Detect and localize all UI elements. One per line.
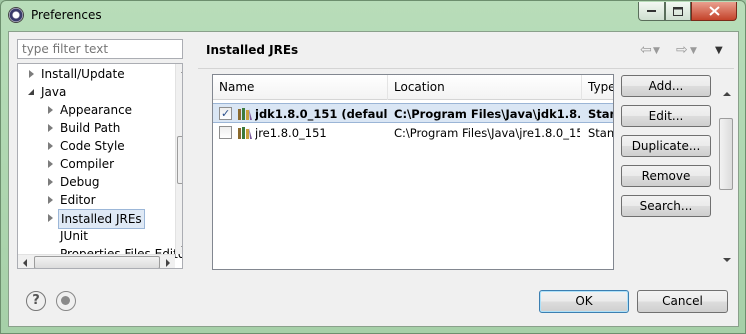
edit-button[interactable]: Edit... bbox=[621, 105, 711, 127]
jre-library-icon bbox=[238, 127, 252, 139]
eclipse-app-icon bbox=[8, 7, 24, 23]
maximize-icon bbox=[673, 6, 683, 16]
tree-item-label: Code Style bbox=[60, 139, 125, 153]
page-title: Installed JREs bbox=[206, 43, 299, 57]
record-dot bbox=[61, 296, 70, 305]
scroll-down-icon[interactable] bbox=[181, 246, 182, 250]
column-header-name[interactable]: Name bbox=[213, 75, 388, 100]
cancel-button[interactable]: Cancel bbox=[637, 290, 728, 313]
add-button[interactable]: Add... bbox=[621, 75, 711, 97]
scroll-down-icon[interactable] bbox=[723, 258, 731, 262]
jre-table[interactable]: Name Location Type jdk1.8.0_151 (default… bbox=[212, 74, 614, 270]
tree-item-label: Editor bbox=[60, 193, 96, 207]
dialog-client-area: Install/Update Java Appearance Build Pat… bbox=[8, 31, 739, 327]
scroll-left-icon[interactable] bbox=[23, 259, 27, 267]
default-checkbox[interactable] bbox=[219, 104, 232, 124]
column-header-location[interactable]: Location bbox=[388, 75, 582, 100]
help-icon[interactable]: ? bbox=[26, 291, 46, 311]
back-dropdown-icon[interactable]: ▼ bbox=[653, 46, 660, 56]
back-arrow-icon[interactable]: ⇦ bbox=[640, 42, 652, 58]
tree-horizontal-scrollbar[interactable] bbox=[18, 254, 175, 268]
table-row[interactable]: jdk1.8.0_151 (default) C:\Program Files\… bbox=[213, 103, 613, 124]
maximize-button[interactable] bbox=[665, 2, 691, 21]
expand-icon[interactable] bbox=[48, 196, 53, 204]
tree-item-label: JUnit bbox=[60, 229, 88, 243]
preference-tree[interactable]: Install/Update Java Appearance Build Pat… bbox=[17, 63, 183, 269]
window-title: Preferences bbox=[31, 8, 102, 22]
preferences-window: Preferences Install/Update Java App bbox=[0, 0, 746, 334]
record-icon[interactable] bbox=[56, 291, 76, 311]
jre-name: jdk1.8.0_151 (default) bbox=[255, 107, 387, 121]
default-checkbox[interactable] bbox=[219, 126, 232, 139]
scroll-right-icon[interactable] bbox=[166, 259, 170, 267]
jre-type: Stand bbox=[588, 107, 613, 121]
forward-arrow-icon[interactable]: ⇨ bbox=[676, 42, 688, 58]
tree-item-label: Debug bbox=[60, 175, 100, 189]
expand-icon[interactable] bbox=[48, 214, 53, 222]
jre-name: jre1.8.0_151 bbox=[255, 126, 327, 140]
tree-vertical-scrollbar[interactable] bbox=[175, 64, 182, 254]
jre-location: C:\Program Files\Java\jdk1.8.0... bbox=[394, 107, 580, 121]
duplicate-button[interactable]: Duplicate... bbox=[621, 135, 711, 157]
tree-item-label: Appearance bbox=[60, 103, 133, 117]
minimize-icon bbox=[646, 10, 656, 12]
close-button[interactable] bbox=[691, 2, 737, 21]
page-vertical-scrollbar[interactable] bbox=[718, 88, 735, 266]
view-menu-icon[interactable]: ▼ bbox=[715, 45, 723, 56]
tree-item-label: Java bbox=[41, 85, 67, 99]
tree-item-label: Build Path bbox=[60, 121, 121, 135]
jre-library-icon bbox=[238, 108, 252, 120]
filter-input[interactable] bbox=[17, 39, 183, 59]
tree-item-label: Installed JREs bbox=[58, 209, 145, 229]
column-header-type[interactable]: Type bbox=[582, 75, 613, 100]
tree-scroll-thumb[interactable] bbox=[177, 136, 182, 184]
collapse-icon[interactable] bbox=[28, 89, 34, 95]
expand-icon[interactable] bbox=[29, 70, 34, 78]
expand-icon[interactable] bbox=[48, 160, 53, 168]
tree-hscroll-thumb[interactable] bbox=[34, 256, 160, 268]
search-button[interactable]: Search... bbox=[621, 195, 711, 217]
table-header: Name Location Type bbox=[213, 75, 613, 100]
jre-type: Stand bbox=[588, 126, 614, 140]
scroll-up-icon[interactable] bbox=[723, 92, 731, 96]
expand-icon[interactable] bbox=[48, 142, 53, 150]
scroll-up-icon[interactable] bbox=[181, 69, 182, 73]
expand-icon[interactable] bbox=[48, 178, 53, 186]
title-bar[interactable]: Preferences bbox=[1, 1, 745, 31]
page-scroll-thumb[interactable] bbox=[719, 118, 733, 190]
ok-button[interactable]: OK bbox=[539, 290, 629, 313]
remove-button[interactable]: Remove bbox=[621, 165, 711, 187]
close-icon bbox=[708, 6, 720, 16]
minimize-button[interactable] bbox=[638, 2, 665, 21]
expand-icon[interactable] bbox=[48, 124, 53, 132]
forward-dropdown-icon[interactable]: ▼ bbox=[690, 46, 697, 56]
expand-icon[interactable] bbox=[48, 106, 53, 114]
tree-item-label: Compiler bbox=[60, 157, 115, 171]
jre-location: C:\Program Files\Java\jre1.8.0_151 bbox=[394, 126, 580, 140]
table-row[interactable]: jre1.8.0_151 C:\Program Files\Java\jre1.… bbox=[213, 123, 613, 143]
tree-item-label: Install/Update bbox=[41, 67, 125, 81]
header-separator bbox=[198, 68, 734, 69]
